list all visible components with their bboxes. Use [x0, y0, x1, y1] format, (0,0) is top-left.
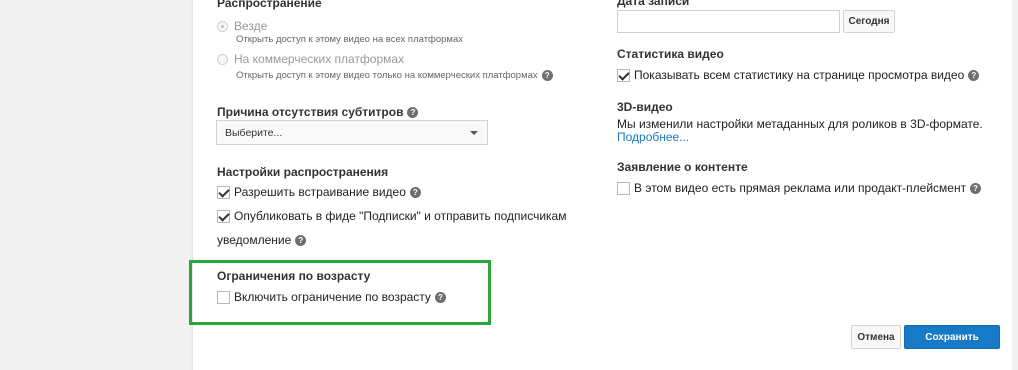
help-icon[interactable]: ? — [968, 69, 980, 81]
publish-feed-label: Опубликовать в фиде "Подписки" и отправи… — [234, 209, 567, 223]
page-scrollbar-track[interactable] — [1012, 0, 1018, 370]
video-3d-text: Мы изменили настройки метаданных для рол… — [617, 117, 983, 131]
show-stats-label: Показывать всем статистику на странице п… — [634, 68, 965, 82]
publish-feed-checkbox[interactable] — [217, 209, 230, 223]
video-stats-title: Статистика видео — [617, 47, 724, 61]
publish-feed-label-cont: уведомление — [217, 233, 292, 247]
help-icon[interactable]: ? — [295, 235, 307, 247]
help-icon[interactable]: ? — [434, 291, 446, 303]
radio-button[interactable] — [217, 53, 228, 65]
distribution-option-commercial[interactable]: На коммерческих платформах — [217, 52, 404, 66]
subtitles-reason-select[interactable]: Выберите... — [216, 120, 488, 145]
paid-promo-checkbox[interactable] — [617, 181, 630, 195]
radio-label: Везде — [234, 19, 268, 33]
allow-embed-option[interactable]: Разрешить встраивание видео? — [217, 185, 421, 199]
distribution-title: Распространение — [217, 0, 322, 10]
distribution-option-everywhere[interactable]: Везде — [217, 19, 267, 33]
age-restriction-label: Включить ограничение по возрасту — [234, 290, 431, 304]
save-button[interactable]: Сохранить — [904, 325, 1000, 349]
help-icon[interactable]: ? — [409, 186, 421, 198]
chevron-down-icon — [470, 131, 478, 135]
allow-embed-label: Разрешить встраивание видео — [234, 185, 406, 199]
help-icon[interactable]: ? — [970, 182, 982, 194]
subtitles-title: Причина отсутствия субтитров? — [217, 105, 419, 119]
video-3d-title: 3D-видео — [617, 100, 673, 114]
content-declaration-title: Заявление о контенте — [617, 160, 748, 174]
subtitles-title-text: Причина отсутствия субтитров — [217, 105, 404, 119]
select-value: Выберите... — [225, 126, 283, 139]
age-restriction-option[interactable]: Включить ограничение по возрасту? — [217, 290, 446, 304]
help-icon[interactable]: ? — [407, 107, 419, 119]
distribution-hint-everywhere: Открыть доступ к этому видео на всех пла… — [236, 34, 463, 45]
record-date-title: Дата записи — [617, 0, 690, 8]
show-stats-option[interactable]: Показывать всем статистику на странице п… — [617, 68, 980, 82]
cancel-button[interactable]: Отмена — [851, 325, 901, 349]
record-date-input[interactable] — [617, 10, 840, 33]
paid-promo-label: В этом видео есть прямая реклама или про… — [634, 181, 967, 195]
sharing-title: Настройки распространения — [217, 165, 389, 179]
show-stats-checkbox[interactable] — [617, 68, 630, 82]
allow-embed-checkbox[interactable] — [217, 185, 230, 199]
age-restriction-title: Ограничения по возрасту — [217, 269, 371, 283]
paid-promo-option[interactable]: В этом видео есть прямая реклама или про… — [617, 181, 982, 195]
help-icon[interactable]: ? — [541, 70, 553, 81]
radio-label: На коммерческих платформах — [234, 52, 405, 66]
age-restriction-checkbox[interactable] — [217, 290, 230, 304]
video-3d-more-link[interactable]: Подробнее... — [617, 130, 689, 144]
radio-button[interactable] — [217, 20, 228, 32]
hint-text: Открыть доступ к этому видео только на к… — [236, 70, 538, 82]
publish-feed-label-continued: уведомление? — [217, 233, 307, 247]
today-button[interactable]: Сегодня — [843, 10, 895, 33]
publish-feed-option[interactable]: Опубликовать в фиде "Подписки" и отправи… — [217, 209, 566, 223]
distribution-hint-commercial: Открыть доступ к этому видео только на к… — [236, 70, 553, 81]
